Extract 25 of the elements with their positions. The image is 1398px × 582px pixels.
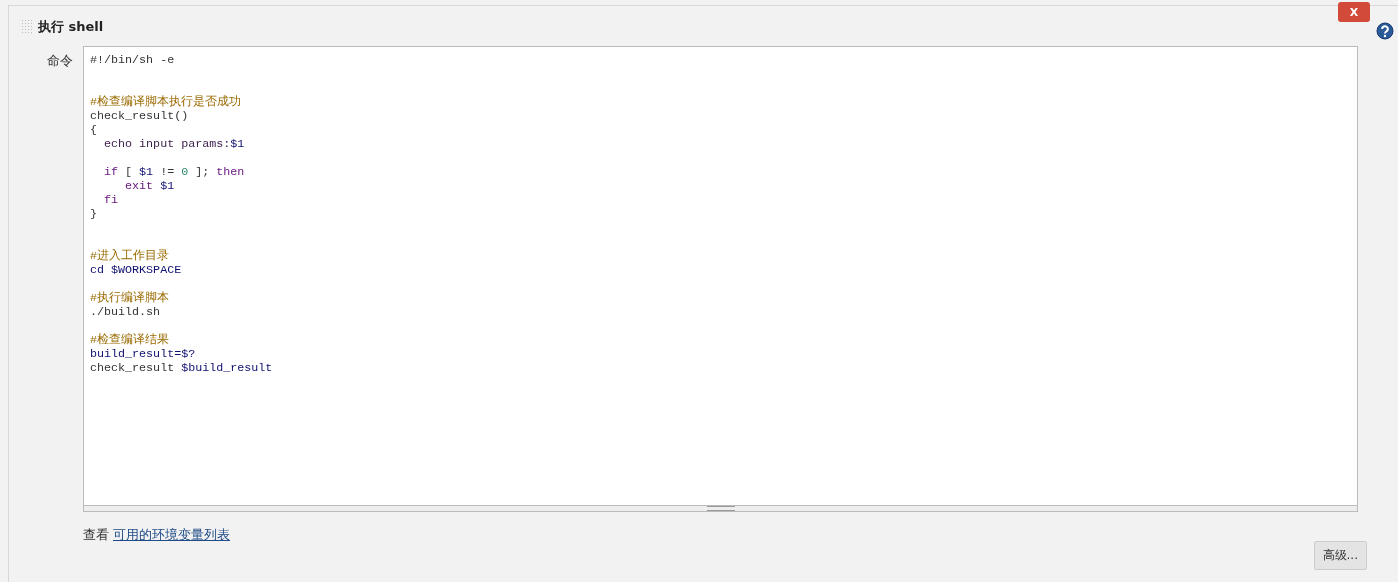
code-comment: #检查编译脚本执行是否成功 bbox=[90, 95, 241, 109]
code-line: cd $WORKSPACE bbox=[90, 263, 182, 277]
code-line: #!/bin/sh -e bbox=[90, 53, 175, 67]
env-vars-link[interactable]: 可用的环境变量列表 bbox=[113, 526, 230, 544]
advanced-button[interactable]: 高级... bbox=[1313, 541, 1367, 570]
code-line: { bbox=[90, 123, 97, 137]
code-line: exit $1 bbox=[124, 179, 175, 193]
code-line: fi bbox=[103, 193, 119, 207]
code-comment: #检查编译结果 bbox=[90, 333, 169, 347]
code-line: check_result() bbox=[90, 109, 189, 123]
delete-button[interactable]: X bbox=[1338, 2, 1370, 22]
help-text: 查看 bbox=[83, 526, 109, 544]
code-comment: #执行编译脚本 bbox=[90, 291, 169, 305]
resize-handle[interactable] bbox=[706, 506, 735, 511]
code-line: ./build.sh bbox=[90, 305, 161, 319]
code-line: if [ $1 != 0 ]; then bbox=[103, 165, 245, 179]
field-label: 命令 bbox=[46, 52, 74, 70]
help-icon[interactable] bbox=[1376, 22, 1394, 40]
section-title: 执行 shell bbox=[38, 18, 104, 36]
code-line: } bbox=[90, 207, 97, 221]
code-line: echo input params:$1 bbox=[103, 137, 245, 151]
code-comment: #进入工作目录 bbox=[90, 249, 169, 263]
command-field[interactable]: #!/bin/sh -e #检查编译脚本执行是否成功 check_result() { echo input params:$1 if [ $1 != 0 ]; then exit $1 fi } #进入工作目录 cd $WORKSPACE #执行编译脚本 ./build.sh #检查编译结果 build_result=$? check_result $build_result bbox=[83, 46, 1358, 506]
code-line: build_result=$? bbox=[90, 347, 196, 361]
code-line: check_result $build_result bbox=[90, 361, 273, 375]
